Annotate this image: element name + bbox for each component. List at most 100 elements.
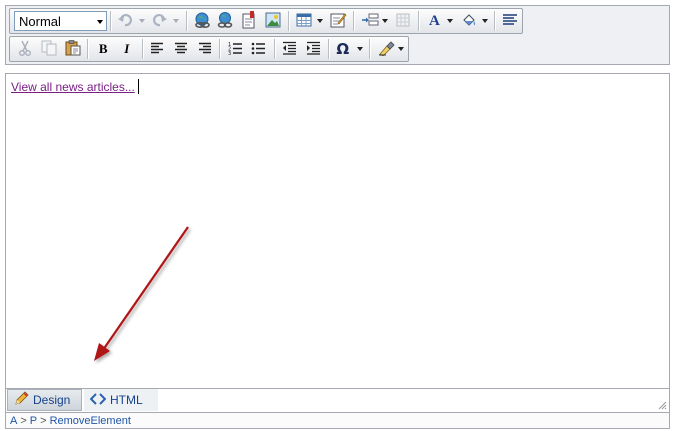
- chevron-down-icon: [398, 46, 405, 51]
- bold-button[interactable]: B: [92, 39, 115, 60]
- insert-table-icon: [296, 13, 312, 30]
- format-stripper-icon: [378, 40, 396, 59]
- copy-button[interactable]: [38, 39, 61, 60]
- document-manager-button[interactable]: [238, 10, 261, 32]
- remove-link-button[interactable]: [214, 11, 237, 32]
- paste-button[interactable]: [61, 39, 84, 60]
- view-all-news-link[interactable]: View all news articles...: [11, 80, 135, 94]
- dom-path-bar: A > P > RemoveElement: [5, 412, 670, 429]
- chevron-down-icon: [96, 20, 103, 24]
- text-cursor: [138, 79, 139, 94]
- toolbar-row-1: Normal A: [9, 8, 523, 34]
- chevron-down-icon: [447, 18, 454, 23]
- toolbar-area: Normal A B I 1 2 3 Ω: [5, 5, 670, 65]
- chevron-down-icon: [382, 18, 389, 23]
- outdent-icon: [282, 41, 297, 58]
- outdent-button[interactable]: [278, 39, 301, 60]
- insert-table-button[interactable]: [292, 11, 326, 32]
- svg-text:3: 3: [228, 51, 231, 55]
- paste-icon: [65, 39, 81, 59]
- bulleted-list-button[interactable]: [248, 39, 271, 60]
- document-manager-icon: [241, 10, 257, 32]
- toolbar-separator: [87, 39, 89, 59]
- italic-button[interactable]: I: [115, 39, 138, 60]
- image-manager-button[interactable]: [262, 11, 285, 32]
- toolbar-separator: [109, 11, 111, 31]
- insert-form-element-button[interactable]: [357, 11, 391, 32]
- editor-mode-bar: Design HTML: [5, 389, 670, 412]
- align-right-button[interactable]: [193, 39, 216, 60]
- toolbar-separator: [418, 11, 420, 31]
- format-stripper-button[interactable]: [374, 39, 408, 60]
- toolbar-row-2: B I 1 2 3 Ω: [9, 36, 409, 62]
- dom-path-item-remove-element[interactable]: RemoveElement: [50, 415, 131, 427]
- chevron-down-icon: [138, 18, 145, 23]
- foreground-color-button[interactable]: A: [423, 11, 457, 32]
- toolbar-separator: [141, 39, 143, 59]
- toolbar-separator: [352, 11, 354, 31]
- chevron-down-icon: [356, 46, 363, 51]
- undo-icon: [118, 13, 133, 30]
- code-brackets-icon: [89, 392, 107, 408]
- resize-grip-icon[interactable]: [657, 399, 667, 410]
- path-separator: >: [20, 414, 27, 427]
- undo-button[interactable]: [114, 11, 148, 32]
- redo-icon: [152, 13, 167, 30]
- italic-icon: I: [124, 41, 130, 56]
- paragraph-format-select[interactable]: Normal: [14, 11, 107, 31]
- tab-design[interactable]: Design: [7, 389, 82, 411]
- indent-button[interactable]: [302, 39, 325, 60]
- background-color-button[interactable]: [457, 11, 491, 32]
- foreground-color-icon: A: [427, 12, 443, 31]
- chevron-down-icon: [173, 18, 180, 23]
- numbered-list-button[interactable]: 123: [224, 39, 247, 60]
- toolbar-separator: [273, 39, 275, 59]
- align-center-icon: [174, 42, 188, 57]
- path-separator: >: [40, 414, 47, 427]
- table-grid-button[interactable]: [392, 11, 415, 32]
- numbered-list-icon: 123: [228, 41, 243, 58]
- insert-form-element-icon: [361, 13, 379, 30]
- remove-link-icon: [216, 11, 234, 32]
- table-grid-icon: [396, 13, 410, 30]
- tab-design-label: Design: [33, 393, 71, 407]
- toolbar-separator: [287, 11, 289, 31]
- toolbar-separator: [185, 11, 187, 31]
- image-manager-icon: [265, 12, 281, 31]
- pencil-icon: [14, 391, 29, 409]
- content-editing-area[interactable]: View all news articles...: [5, 73, 670, 389]
- cut-button[interactable]: [14, 39, 37, 60]
- align-right-icon: [198, 42, 212, 57]
- align-center-button[interactable]: [170, 39, 193, 60]
- indent-icon: [306, 41, 321, 58]
- hyperlink-manager-button[interactable]: [190, 11, 213, 32]
- toolbar-separator: [494, 11, 496, 31]
- rich-text-editor: Normal A B I 1 2 3 Ω View all news artic…: [0, 0, 674, 431]
- cut-icon: [18, 40, 32, 59]
- hyperlink-manager-icon: [193, 11, 211, 32]
- bulleted-list-icon: [251, 41, 266, 58]
- special-characters-button[interactable]: Ω: [332, 39, 366, 60]
- paragraph-align-icon: [502, 13, 518, 30]
- copy-icon: [41, 40, 57, 59]
- dom-path-item-a[interactable]: A: [10, 415, 17, 427]
- edit-properties-button[interactable]: [327, 11, 350, 32]
- background-color-icon: [461, 12, 477, 31]
- toolbar-separator: [369, 39, 371, 59]
- tab-html-label: HTML: [110, 393, 143, 407]
- paragraph-align-button[interactable]: [499, 11, 522, 32]
- redo-button[interactable]: [149, 11, 183, 32]
- paragraph-format-value: Normal: [19, 13, 61, 29]
- align-left-icon: [150, 42, 164, 57]
- bold-icon: B: [98, 41, 108, 56]
- special-characters-icon: Ω: [336, 39, 350, 58]
- tab-html[interactable]: HTML: [84, 389, 158, 411]
- toolbar-separator: [219, 39, 221, 59]
- chevron-down-icon: [316, 18, 323, 23]
- dom-path-item-p[interactable]: P: [30, 415, 37, 427]
- chevron-down-icon: [481, 18, 488, 23]
- align-left-button[interactable]: [146, 39, 169, 60]
- toolbar-separator: [327, 39, 329, 59]
- edit-properties-icon: [330, 12, 347, 31]
- svg-text:A: A: [429, 13, 440, 28]
